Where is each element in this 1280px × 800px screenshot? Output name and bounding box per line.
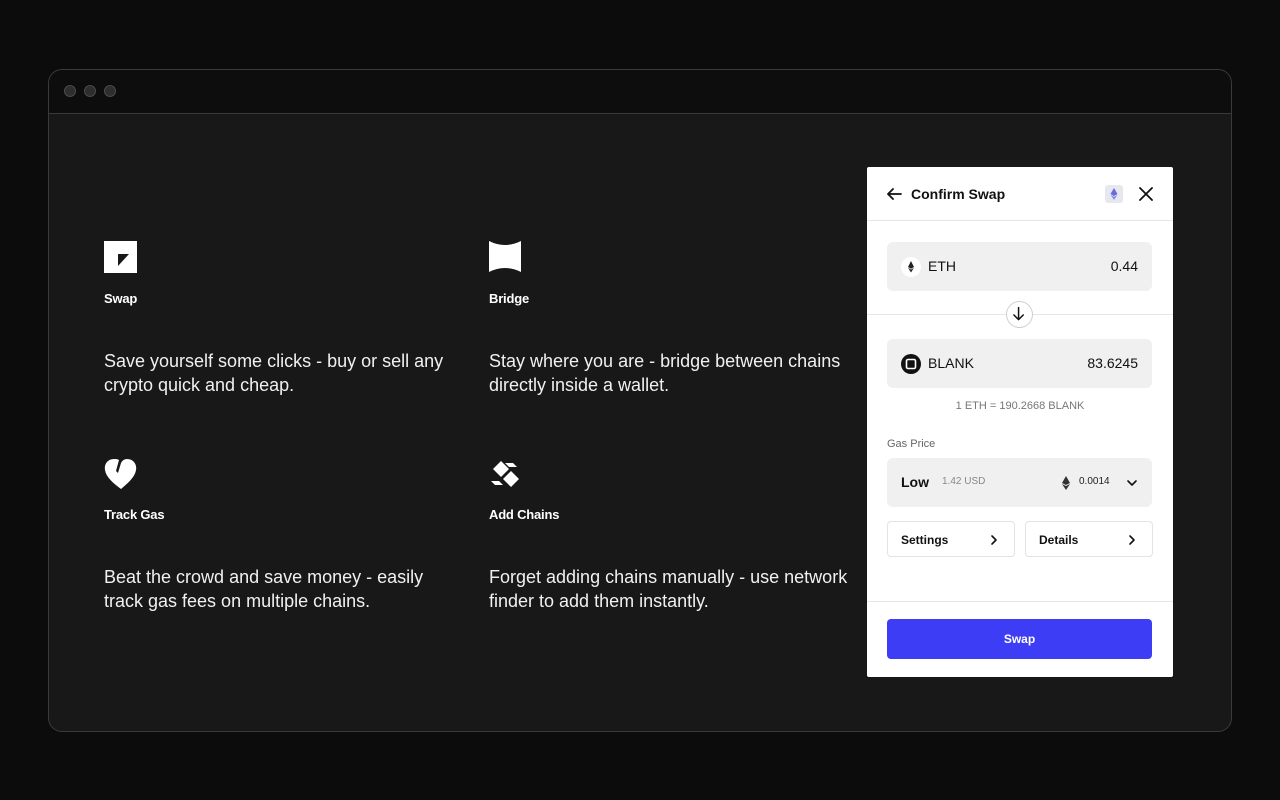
exchange-rate: 1 ETH = 190.2668 BLANK — [867, 400, 1173, 412]
network-badge[interactable] — [1105, 185, 1123, 203]
swap-direction-button[interactable] — [1006, 301, 1033, 328]
gas-usd: 1.42 USD — [942, 476, 985, 487]
settings-button[interactable]: Settings — [887, 521, 1015, 557]
from-token-amount: 0.44 — [1111, 258, 1138, 274]
to-token-field[interactable]: BLANK 83.6245 — [887, 339, 1152, 388]
chains-icon — [489, 457, 523, 491]
blank-token-icon — [901, 354, 921, 374]
gas-eth-amount: 0.0014 — [1079, 476, 1110, 487]
panel-header: Confirm Swap — [867, 167, 1173, 221]
feature-description: Forget adding chains manually - use netw… — [489, 565, 849, 613]
close-icon[interactable] — [1137, 185, 1155, 203]
window-titlebar — [49, 70, 1231, 114]
window-close-dot[interactable] — [64, 85, 76, 97]
panel-title: Confirm Swap — [911, 186, 1005, 202]
feature-description: Stay where you are - bridge between chai… — [489, 349, 849, 397]
eth-small-icon — [1061, 476, 1071, 490]
swap-icon — [104, 241, 138, 275]
confirm-swap-panel: Confirm Swap ETH 0.44 BLANK 8 — [867, 167, 1173, 677]
swap-button[interactable]: Swap — [887, 619, 1152, 659]
gas-icon — [104, 457, 138, 491]
details-button[interactable]: Details — [1025, 521, 1153, 557]
window-maximize-dot[interactable] — [104, 85, 116, 97]
gas-price-select[interactable]: Low 1.42 USD 0.0014 — [887, 458, 1152, 507]
eth-icon — [901, 257, 921, 277]
arrow-down-icon — [1007, 302, 1032, 327]
to-token-name: BLANK — [928, 355, 974, 371]
to-token-amount: 83.6245 — [1087, 355, 1138, 371]
details-label: Details — [1039, 533, 1078, 547]
bridge-icon — [489, 241, 523, 275]
gas-speed: Low — [901, 474, 929, 490]
chevron-down-icon — [1125, 476, 1139, 490]
settings-label: Settings — [901, 533, 948, 547]
gas-price-label: Gas Price — [887, 438, 935, 450]
feature-title: Add Chains — [489, 507, 559, 522]
feature-title: Swap — [104, 291, 137, 306]
feature-title: Track Gas — [104, 507, 164, 522]
feature-title: Bridge — [489, 291, 529, 306]
chevron-right-icon — [1126, 533, 1138, 547]
chevron-right-icon — [988, 533, 1000, 547]
back-arrow-icon[interactable] — [885, 185, 903, 203]
feature-description: Save yourself some clicks - buy or sell … — [104, 349, 464, 397]
from-token-name: ETH — [928, 258, 956, 274]
feature-description: Beat the crowd and save money - easily t… — [104, 565, 464, 613]
eth-network-icon — [1105, 185, 1123, 203]
from-token-field[interactable]: ETH 0.44 — [887, 242, 1152, 291]
divider — [867, 601, 1173, 602]
window-minimize-dot[interactable] — [84, 85, 96, 97]
